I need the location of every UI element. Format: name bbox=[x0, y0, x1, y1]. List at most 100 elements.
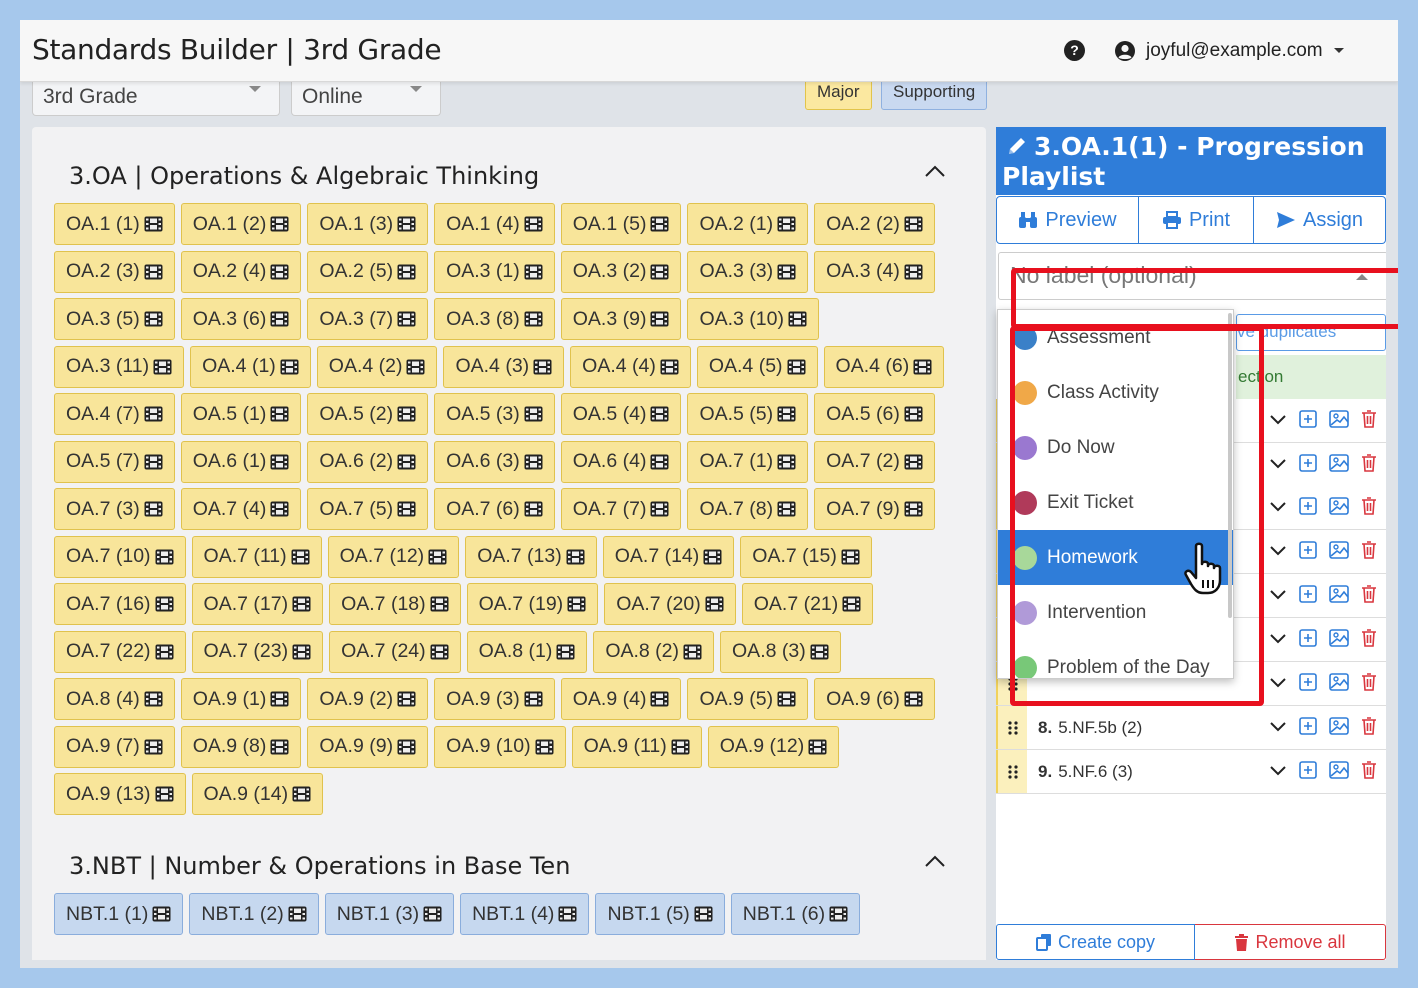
standard-chip[interactable]: OA.3 (8) bbox=[434, 298, 555, 340]
standard-chip[interactable]: OA.3 (6) bbox=[180, 298, 302, 340]
standard-chip[interactable]: OA.7 (3) bbox=[54, 488, 175, 530]
standard-chip[interactable]: OA.3 (7) bbox=[307, 298, 429, 340]
label-option[interactable]: Do Now bbox=[998, 420, 1233, 475]
standard-chip[interactable]: OA.7 (18) bbox=[329, 583, 461, 625]
image-icon[interactable] bbox=[1328, 409, 1350, 429]
standard-chip[interactable]: OA.7 (7) bbox=[560, 488, 682, 530]
standard-chip[interactable]: OA.3 (11) bbox=[54, 345, 185, 388]
standard-chip[interactable]: OA.5 (3) bbox=[434, 393, 555, 435]
standard-chip[interactable]: OA.7 (17) bbox=[191, 583, 324, 625]
standard-chip[interactable]: OA.9 (7) bbox=[54, 725, 175, 768]
add-square-icon[interactable] bbox=[1298, 628, 1318, 648]
trash-icon[interactable] bbox=[1360, 409, 1378, 429]
standard-chip[interactable]: OA.6 (4) bbox=[560, 440, 682, 483]
drag-handle[interactable] bbox=[996, 706, 1027, 749]
standard-chip[interactable]: OA.2 (3) bbox=[54, 250, 175, 293]
mode-select[interactable]: Online bbox=[291, 82, 441, 116]
standard-chip[interactable]: OA.5 (2) bbox=[307, 393, 429, 435]
standard-chip[interactable]: OA.9 (1) bbox=[180, 678, 302, 720]
standard-chip[interactable]: OA.1 (3) bbox=[307, 203, 429, 245]
standard-chip[interactable]: OA.5 (4) bbox=[560, 393, 682, 435]
label-option[interactable]: Assessment bbox=[998, 310, 1233, 365]
standard-chip[interactable]: OA.5 (1) bbox=[180, 393, 302, 435]
label-select[interactable]: No label (optional) bbox=[998, 252, 1386, 300]
standard-chip[interactable]: OA.7 (9) bbox=[814, 488, 935, 530]
standard-chip[interactable]: OA.2 (1) bbox=[687, 203, 809, 245]
standard-chip[interactable]: NBT.1 (4) bbox=[460, 893, 590, 935]
standard-chip[interactable]: NBT.1 (2) bbox=[189, 893, 319, 935]
standard-chip[interactable]: OA.4 (3) bbox=[443, 345, 565, 388]
standard-chip[interactable]: OA.3 (1) bbox=[434, 250, 555, 293]
image-icon[interactable] bbox=[1328, 584, 1350, 604]
add-square-icon[interactable] bbox=[1298, 409, 1318, 429]
standard-chip[interactable]: OA.9 (11) bbox=[571, 725, 702, 768]
standard-chip[interactable]: OA.7 (1) bbox=[687, 440, 809, 483]
standard-chip[interactable]: OA.3 (10) bbox=[687, 298, 819, 340]
add-square-icon[interactable] bbox=[1298, 540, 1318, 560]
standard-chip[interactable]: OA.2 (5) bbox=[307, 250, 429, 293]
standard-chip[interactable]: OA.1 (4) bbox=[434, 203, 555, 245]
standard-chip[interactable]: OA.8 (2) bbox=[593, 630, 715, 673]
standard-chip[interactable]: OA.3 (5) bbox=[54, 298, 175, 340]
add-square-icon[interactable] bbox=[1298, 672, 1318, 692]
add-section-bar[interactable]: ection bbox=[1236, 355, 1386, 399]
standard-chip[interactable]: OA.4 (5) bbox=[696, 345, 818, 388]
standard-chip[interactable]: NBT.1 (1) bbox=[54, 893, 184, 935]
image-icon[interactable] bbox=[1328, 672, 1350, 692]
standard-chip[interactable]: OA.9 (9) bbox=[307, 725, 429, 768]
standard-chip[interactable]: OA.3 (4) bbox=[814, 250, 935, 293]
trash-icon[interactable] bbox=[1360, 540, 1378, 560]
remove-all-button[interactable]: Remove all bbox=[1195, 924, 1386, 960]
image-icon[interactable] bbox=[1328, 628, 1350, 648]
image-icon[interactable] bbox=[1328, 453, 1350, 473]
standard-chip[interactable]: OA.6 (2) bbox=[307, 440, 429, 483]
standard-chip[interactable]: OA.9 (3) bbox=[434, 678, 555, 720]
chevron-down-icon[interactable] bbox=[1268, 628, 1288, 648]
standard-chip[interactable]: OA.7 (15) bbox=[740, 535, 872, 578]
trash-icon[interactable] bbox=[1360, 760, 1378, 780]
chevron-down-icon[interactable] bbox=[1268, 540, 1288, 560]
add-square-icon[interactable] bbox=[1298, 496, 1318, 516]
standard-chip[interactable]: OA.5 (5) bbox=[687, 393, 809, 435]
create-copy-button[interactable]: Create copy bbox=[996, 924, 1195, 960]
standard-chip[interactable]: OA.5 (7) bbox=[54, 440, 175, 483]
trash-icon[interactable] bbox=[1360, 496, 1378, 516]
standard-chip[interactable]: NBT.1 (6) bbox=[730, 893, 861, 935]
remove-duplicates-button[interactable]: ve duplicates bbox=[1236, 314, 1386, 351]
standard-chip[interactable]: OA.8 (4) bbox=[54, 678, 175, 720]
standard-chip[interactable]: OA.3 (9) bbox=[560, 298, 682, 340]
standard-chip[interactable]: NBT.1 (5) bbox=[595, 893, 725, 935]
standard-chip[interactable]: OA.1 (1) bbox=[54, 203, 175, 245]
image-icon[interactable] bbox=[1328, 496, 1350, 516]
trash-icon[interactable] bbox=[1360, 453, 1378, 473]
image-icon[interactable] bbox=[1328, 716, 1350, 736]
image-icon[interactable] bbox=[1328, 760, 1350, 780]
standard-chip[interactable]: OA.3 (3) bbox=[687, 250, 809, 293]
label-option[interactable]: Exit Ticket bbox=[998, 475, 1233, 530]
chevron-down-icon[interactable] bbox=[1268, 409, 1288, 429]
label-option[interactable]: Class Activity bbox=[998, 365, 1233, 420]
playlist-item[interactable]: 8. 5.NF.5b (2) bbox=[996, 706, 1386, 750]
trash-icon[interactable] bbox=[1360, 628, 1378, 648]
standard-chip[interactable]: OA.7 (8) bbox=[687, 488, 809, 530]
add-square-icon[interactable] bbox=[1298, 760, 1318, 780]
standard-chip[interactable]: OA.9 (12) bbox=[707, 725, 840, 768]
standard-chip[interactable]: OA.9 (4) bbox=[560, 678, 682, 720]
add-square-icon[interactable] bbox=[1298, 453, 1318, 473]
standard-chip[interactable]: OA.7 (16) bbox=[54, 583, 186, 625]
chevron-down-icon[interactable] bbox=[1268, 496, 1288, 516]
chevron-down-icon[interactable] bbox=[1268, 453, 1288, 473]
standard-chip[interactable]: OA.9 (8) bbox=[180, 725, 302, 768]
grade-select[interactable]: 3rd Grade bbox=[32, 82, 280, 116]
standard-chip[interactable]: OA.9 (14) bbox=[191, 773, 324, 815]
trash-icon[interactable] bbox=[1360, 716, 1378, 736]
standard-chip[interactable]: OA.9 (6) bbox=[814, 678, 935, 720]
standard-chip[interactable]: OA.7 (6) bbox=[434, 488, 555, 530]
standard-chip[interactable]: OA.4 (4) bbox=[570, 345, 691, 388]
standard-chip[interactable]: OA.7 (14) bbox=[602, 535, 735, 578]
chevron-down-icon[interactable] bbox=[1268, 760, 1288, 780]
standard-chip[interactable]: OA.2 (4) bbox=[180, 250, 302, 293]
standard-chip[interactable]: OA.7 (23) bbox=[191, 630, 324, 673]
user-menu[interactable]: joyful@example.com bbox=[1114, 38, 1345, 64]
preview-button[interactable]: Preview bbox=[996, 196, 1139, 244]
